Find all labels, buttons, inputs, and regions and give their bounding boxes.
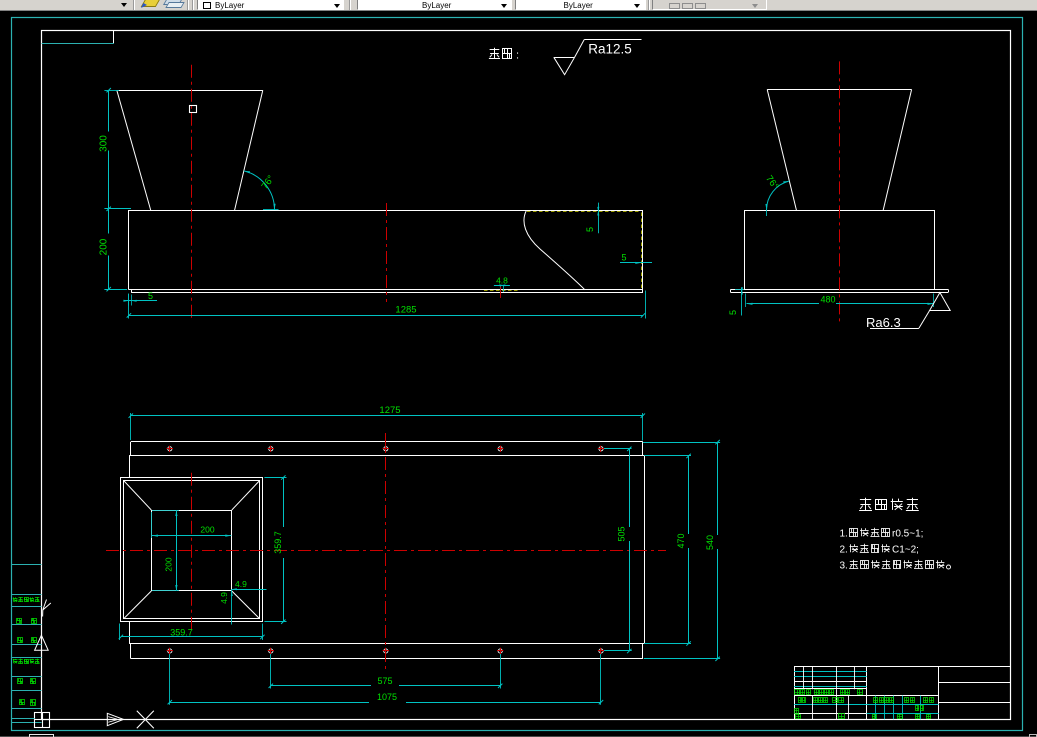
svg-text:C1~2;: C1~2; bbox=[892, 545, 919, 556]
svg-text:5: 5 bbox=[585, 227, 595, 232]
svg-text:5: 5 bbox=[621, 252, 626, 262]
svg-text:76°: 76° bbox=[260, 173, 277, 191]
svg-text:300: 300 bbox=[99, 135, 110, 152]
svg-text:359.7: 359.7 bbox=[273, 531, 283, 554]
svg-text:r0.5~1;: r0.5~1; bbox=[892, 529, 923, 540]
svg-text:Ra6.3: Ra6.3 bbox=[866, 315, 901, 330]
svg-text::: : bbox=[516, 50, 519, 62]
svg-text:200: 200 bbox=[200, 525, 214, 535]
svg-text:200: 200 bbox=[99, 238, 110, 255]
svg-text:359.7: 359.7 bbox=[170, 627, 193, 637]
svg-text:1.: 1. bbox=[840, 529, 848, 540]
svg-text:1275: 1275 bbox=[379, 405, 400, 416]
svg-text:575: 575 bbox=[377, 676, 392, 686]
svg-text:4.9: 4.9 bbox=[219, 592, 229, 604]
svg-text:480: 480 bbox=[820, 295, 835, 305]
svg-text:4.8: 4.8 bbox=[496, 276, 508, 286]
svg-text:470: 470 bbox=[676, 533, 686, 548]
svg-text:1075: 1075 bbox=[377, 692, 397, 702]
svg-text:540: 540 bbox=[705, 535, 715, 550]
svg-text:3.: 3. bbox=[840, 561, 848, 572]
svg-text:1285: 1285 bbox=[395, 305, 416, 316]
svg-text:5: 5 bbox=[148, 291, 153, 301]
svg-text:Ra12.5: Ra12.5 bbox=[588, 42, 632, 57]
svg-text:2.: 2. bbox=[840, 545, 848, 556]
svg-text:76°: 76° bbox=[763, 174, 780, 192]
svg-text:4.9: 4.9 bbox=[235, 579, 247, 589]
svg-text:200: 200 bbox=[163, 557, 173, 571]
svg-text:5: 5 bbox=[728, 310, 738, 315]
svg-text:505: 505 bbox=[617, 526, 627, 541]
